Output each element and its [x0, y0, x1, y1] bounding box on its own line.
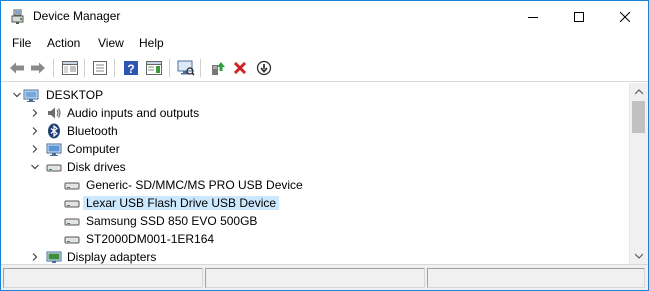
maximize-button[interactable]: [556, 1, 602, 32]
toolbar-separator: [84, 59, 85, 77]
menu-help[interactable]: Help: [139, 36, 164, 50]
svg-text:?: ?: [127, 62, 134, 76]
chevron-right-icon[interactable]: [29, 143, 41, 155]
minimize-button[interactable]: [510, 1, 556, 32]
scroll-up-icon[interactable]: [630, 83, 648, 100]
computer-icon: [23, 87, 39, 103]
chevron-right-icon[interactable]: [29, 125, 41, 137]
show-action-pane-icon[interactable]: [144, 58, 164, 78]
help-icon[interactable]: ?: [121, 58, 141, 78]
tree-child-disk[interactable]: ST2000DM001-1ER164: [1, 230, 629, 248]
tree-item-label: Audio inputs and outputs: [67, 106, 200, 120]
uninstall-device-icon[interactable]: [230, 58, 250, 78]
disable-device-icon[interactable]: [254, 58, 274, 78]
menu-action[interactable]: Action: [47, 36, 80, 50]
status-segment: [427, 268, 645, 288]
status-segment: [205, 268, 425, 288]
speaker-icon: [46, 105, 62, 121]
chevron-down-icon[interactable]: [29, 161, 41, 173]
status-segment: [3, 268, 203, 288]
menu-view[interactable]: View: [98, 36, 124, 50]
disk-drive-icon: [64, 195, 80, 211]
window-title: Device Manager: [33, 9, 121, 23]
scrollbar-thumb[interactable]: [632, 101, 645, 133]
tree-root-label: DESKTOP: [46, 88, 104, 102]
tree-item-disk-drives[interactable]: Disk drives: [1, 158, 629, 176]
tree-item-audio[interactable]: Audio inputs and outputs: [1, 104, 629, 122]
monitor-icon: [46, 141, 62, 157]
chevron-right-icon[interactable]: [29, 251, 41, 263]
tree-child-disk-selected[interactable]: Lexar USB Flash Drive USB Device: [1, 194, 629, 212]
display-adapter-icon: [46, 249, 62, 264]
bluetooth-icon: [46, 123, 62, 139]
device-tree[interactable]: DESKTOP Audio inputs and outputs Bluetoo…: [1, 83, 629, 264]
tree-item-label: Display adapters: [67, 250, 157, 264]
toolbar-separator: [169, 59, 170, 77]
tree-item-bluetooth[interactable]: Bluetooth: [1, 122, 629, 140]
chevron-down-icon[interactable]: [11, 89, 23, 101]
disk-drive-icon: [64, 231, 80, 247]
close-button[interactable]: [602, 1, 648, 32]
toolbar-separator: [200, 59, 201, 77]
tree-item-label: Disk drives: [67, 160, 126, 174]
scroll-down-icon[interactable]: [630, 247, 648, 264]
toolbar: ?: [1, 54, 648, 82]
vertical-scrollbar[interactable]: [629, 83, 648, 264]
toolbar-separator: [53, 59, 54, 77]
tree-root-desktop[interactable]: DESKTOP: [1, 86, 629, 104]
title-bar[interactable]: Device Manager: [1, 1, 648, 32]
tree-child-label: ST2000DM001-1ER164: [86, 232, 215, 246]
menu-file[interactable]: File: [12, 36, 31, 50]
disk-drive-icon: [64, 177, 80, 193]
back-arrow-icon[interactable]: [7, 58, 27, 78]
device-manager-app-icon: [10, 9, 26, 25]
disk-drive-icon: [46, 159, 62, 175]
device-manager-window: Device Manager File Action View Help ? D…: [0, 0, 649, 291]
tree-item-computer[interactable]: Computer: [1, 140, 629, 158]
tree-child-disk[interactable]: Samsung SSD 850 EVO 500GB: [1, 212, 629, 230]
tree-child-disk[interactable]: Generic- SD/MMC/MS PRO USB Device: [1, 176, 629, 194]
chevron-right-icon[interactable]: [29, 107, 41, 119]
forward-arrow-icon[interactable]: [28, 58, 48, 78]
menu-bar: File Action View Help: [1, 32, 648, 54]
properties-icon[interactable]: [90, 58, 110, 78]
show-hide-console-tree-icon[interactable]: [60, 58, 80, 78]
toolbar-separator: [114, 59, 115, 77]
tree-item-label: Bluetooth: [67, 124, 118, 138]
tree-child-label: Lexar USB Flash Drive USB Device: [83, 196, 280, 210]
tree-child-label: Generic- SD/MMC/MS PRO USB Device: [86, 178, 303, 192]
tree-item-label: Computer: [67, 142, 120, 156]
status-bar: [1, 264, 648, 290]
tree-child-label: Samsung SSD 850 EVO 500GB: [86, 214, 258, 228]
disk-drive-icon: [64, 213, 80, 229]
scan-hardware-icon[interactable]: [176, 58, 196, 78]
tree-item-display-adapters[interactable]: Display adapters: [1, 248, 629, 264]
update-driver-icon[interactable]: [208, 58, 228, 78]
